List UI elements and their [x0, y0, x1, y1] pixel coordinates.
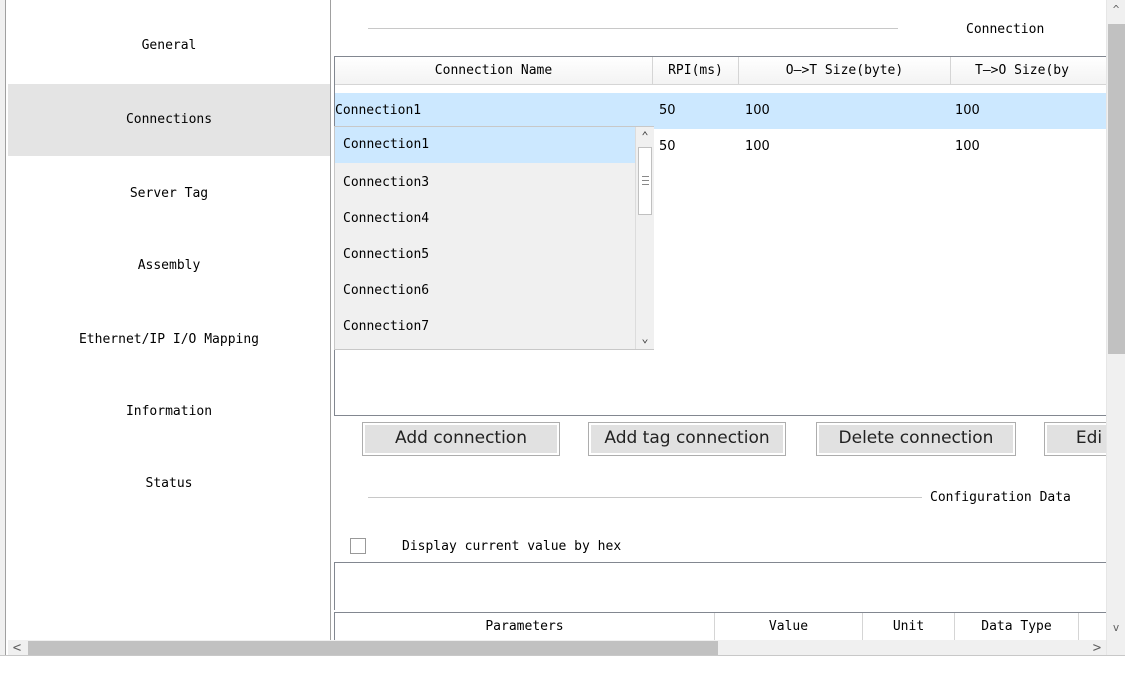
hex-display-checkbox[interactable]: [350, 538, 366, 554]
dropdown-item[interactable]: Connection3: [335, 165, 635, 201]
connection-group-title: Connection: [966, 22, 1045, 37]
chevron-up-icon[interactable]: ⌃: [636, 127, 654, 145]
sidebar-item-label: Ethernet/IP I/O Mapping: [78, 332, 259, 347]
config-data-box: [334, 562, 1106, 610]
dropdown-item[interactable]: Connection6: [335, 273, 635, 309]
cell-rpi: 50: [659, 103, 676, 118]
sidebar-item-ethernet-ip-io-mapping[interactable]: Ethernet/IP I/O Mapping: [8, 320, 330, 360]
table-header: Connection Name RPI(ms) O—>T Size(byte) …: [335, 57, 1106, 85]
dropdown-item[interactable]: Connection4: [335, 201, 635, 237]
sidebar-item-label: Connections: [125, 112, 213, 127]
config-group-title: Configuration Data: [930, 490, 1071, 505]
main-panel: Connection Connection Name RPI(ms) O—>T …: [332, 0, 1106, 640]
table-row[interactable]: Connection1 50 100 100: [335, 93, 1106, 129]
cell-connection-name: Connection1: [335, 103, 422, 118]
column-header-unit[interactable]: Unit: [863, 613, 955, 640]
scrollbar-thumb[interactable]: [638, 147, 652, 215]
column-header-rpi[interactable]: RPI(ms): [653, 57, 739, 85]
cell-rpi: 50: [659, 139, 676, 154]
dropdown-item[interactable]: Connection7: [335, 309, 635, 345]
sidebar-item-label: Server Tag: [129, 186, 209, 201]
dropdown-scrollbar[interactable]: ⌃ ⌄: [635, 127, 654, 349]
column-header-to-size[interactable]: T—>O Size(by: [951, 57, 1106, 85]
column-header-parameters[interactable]: Parameters: [335, 613, 715, 640]
chevron-down-icon[interactable]: ⌄: [636, 329, 654, 347]
column-header-connection-name[interactable]: Connection Name: [335, 57, 653, 85]
column-header-data-type[interactable]: Data Type: [955, 613, 1079, 640]
scroll-down-icon[interactable]: v: [1107, 618, 1125, 638]
add-tag-connection-button[interactable]: Add tag connection: [588, 422, 786, 456]
dropdown-item[interactable]: Connection5: [335, 237, 635, 273]
cell-to-size: 100: [955, 139, 980, 154]
group-separator: [368, 497, 922, 498]
group-separator: [368, 28, 898, 29]
cell-to-size: 100: [955, 103, 980, 118]
sidebar-item-label: General: [141, 38, 197, 53]
window-left-border: [0, 0, 6, 673]
column-header-ot-size[interactable]: O—>T Size(byte): [739, 57, 951, 85]
scrollbar-thumb[interactable]: [28, 641, 718, 656]
sidebar-item-general[interactable]: General: [8, 26, 330, 66]
sidebar-item-label: Information: [125, 404, 213, 419]
dropdown-item[interactable]: Connection1: [335, 127, 635, 163]
sidebar-item-status[interactable]: Status: [8, 464, 330, 504]
cell-ot-size: 100: [745, 103, 770, 118]
sidebar-item-assembly[interactable]: Assembly: [8, 246, 330, 286]
delete-connection-button[interactable]: Delete connection: [816, 422, 1016, 456]
connection-dropdown-list[interactable]: Connection1 Connection3 Connection4 Conn…: [334, 126, 654, 350]
add-connection-button[interactable]: Add connection: [362, 422, 560, 456]
cell-ot-size: 100: [745, 139, 770, 154]
parameters-table-header: Parameters Value Unit Data Type: [334, 612, 1106, 640]
sidebar-item-connections[interactable]: Connections: [8, 84, 330, 156]
sidebar-item-information[interactable]: Information: [8, 392, 330, 432]
scroll-up-icon[interactable]: ^: [1107, 0, 1125, 20]
sidebar-item-server-tag[interactable]: Server Tag: [8, 174, 330, 214]
scrollbar-thumb[interactable]: [1108, 24, 1125, 354]
hex-display-checkbox-label: Display current value by hex: [402, 539, 622, 554]
sidebar-item-label: Status: [145, 476, 193, 491]
vertical-scrollbar[interactable]: ^ v: [1106, 0, 1125, 655]
sidebar: General Connections Server Tag Assembly …: [8, 0, 330, 640]
edit-button[interactable]: Edi: [1044, 422, 1106, 456]
window-bottom-border: [0, 655, 1125, 673]
column-header-value[interactable]: Value: [715, 613, 863, 640]
sidebar-divider: [330, 0, 331, 640]
sidebar-item-label: Assembly: [137, 258, 201, 273]
